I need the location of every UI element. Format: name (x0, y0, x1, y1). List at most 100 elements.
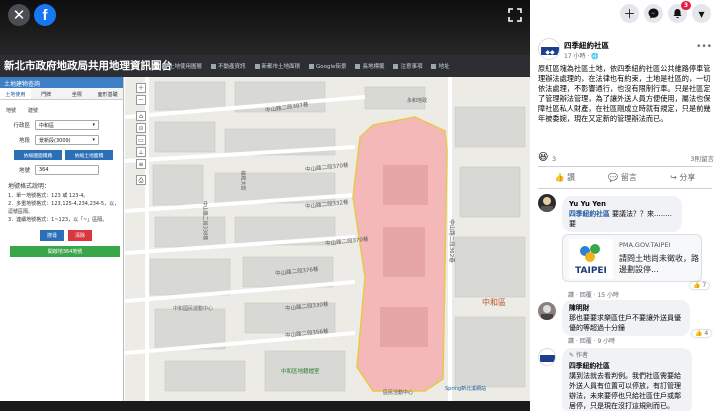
like-button[interactable]: 👍 讚 (555, 172, 576, 183)
panel-header: 土地建物查詢 (0, 77, 123, 88)
divider (538, 166, 712, 167)
page-avatar[interactable] (538, 348, 556, 366)
map-label: 中和國民運動中心 (173, 306, 214, 312)
gis-title: 新北市政府地政局共用地理資訊圖台 (4, 60, 172, 72)
gis-header: 新北市政府地政局共用地理資訊圖台 土地使用圖層 不動產資訊 新都市土地面積 Go… (0, 55, 530, 77)
commenter-avatar[interactable] (538, 302, 556, 320)
district-label: 行政區 (13, 123, 30, 129)
panel-tab: 土地使用 (0, 88, 31, 99)
notes-title: 地號格式說明： (8, 183, 51, 190)
gis-open-lot-button: 開啟地364地號 (10, 246, 120, 257)
panel-tabs: 土地使用 門牌 坐標 面形基礎 (0, 88, 123, 100)
district-value: 中和區 (39, 123, 55, 129)
comment-meta[interactable]: 讚 · 回覆 · 9 小時 (568, 336, 615, 345)
comment-text: 講到法就去看判例。我們社區需要給外送人員有位置可以停放，有訂管理辦法，未來要停也… (569, 372, 681, 410)
svg-text:◆◆: ◆◆ (545, 49, 555, 56)
lot-label: 地號 (18, 168, 30, 174)
subtab-lot: 地號 (6, 108, 17, 114)
notes-line: 1．單一地號格式：123 或 123-4。 (8, 193, 89, 199)
comment-count[interactable]: 3則留言 (690, 153, 714, 163)
viewer-bottom (0, 401, 530, 411)
gis-clear-button: 清除 (68, 230, 92, 241)
lot-value: 364 (39, 167, 49, 173)
map-label: 中山路二段338巷 (201, 200, 208, 241)
author-tag: ✎ 作者 (569, 352, 588, 359)
fullscreen-icon[interactable] (508, 8, 522, 22)
lot-format-notes: 地號格式說明： 1．單一地號格式：123 或 123-4。 2．多重地號格式：1… (8, 183, 123, 224)
post-text: 原紅區塊為社區土地，依四季紐約社區公共維路停車管理辦法處理的，在法律也有約束，土… (538, 64, 711, 123)
map-label: 中山路二段362巷 (447, 219, 454, 263)
svg-text:TAIPEI: TAIPEI (575, 266, 607, 276)
panel-tab: 面形基礎 (97, 92, 118, 98)
comment-meta[interactable]: 讚 · 回覆 · 15 小時 (568, 290, 619, 299)
gis-nav-item: 注意事項 (393, 62, 422, 70)
gis-screenshot-image: 新北市政府地政局共用地理資訊圖台 土地使用圖層 不動產資訊 新都市土地面積 Go… (0, 55, 530, 401)
comment-bubble: 陳明財 那也要要求樂區住戶不要讓外送員優優的等超過十分鐘 (562, 300, 690, 336)
map-label: 區民活動中心 (383, 390, 414, 396)
commenter-name[interactable]: 陳明財 (569, 303, 683, 313)
district-field: 行政區 中和區 ▾ (8, 120, 123, 130)
reaction-count[interactable]: 3 (552, 155, 556, 163)
share-button[interactable]: ↪ 分享 (670, 172, 695, 183)
home-icon: ⌂ (136, 111, 146, 121)
notification-badge: 3 (680, 1, 691, 10)
gis-query-panel: 土地建物查詢 土地使用 門牌 坐標 面形基礎 地號 建號 行政區 中和區 ▾ 地段… (0, 77, 124, 401)
panel-tab: 坐標 (71, 92, 82, 98)
section-field: 地段 景新段(3009) ▾ (8, 135, 123, 145)
commenter-name[interactable]: 四季紐約社區 (569, 361, 685, 371)
post-time[interactable]: 17 小時 · 🌐 (564, 51, 599, 60)
gis-nav-item: 新都市土地面積 (254, 62, 300, 70)
reaction-haha-icon[interactable]: 😆 (538, 152, 548, 163)
link-preview[interactable]: TAIPEI PMA.GOV.TAIPEI 請問土地尚未徵收，路邊劃設停... (562, 234, 702, 282)
map-label: 福和大街 (239, 170, 246, 191)
panel-tab: 門牌 (41, 92, 52, 98)
measure-icon: ▭ (136, 135, 146, 145)
gis-nav: 土地使用圖層 不動產資訊 新都市土地面積 Google街景 長地標籤 注意事項 … (162, 62, 459, 70)
layers-icon: ≡ (136, 159, 146, 169)
viewer-top-bar (0, 0, 530, 62)
link-title: 請問土地尚未徵收，路邊劃設停... (619, 254, 699, 274)
plus-icon[interactable]: ＋ (620, 4, 639, 23)
notes-line: 3．連續地號格式：1~123，以「~」區隔。 (8, 217, 108, 223)
print-icon: ⎙ (136, 175, 146, 185)
post-sidebar: ＋ 3 ▾ ◆◆ 四季紐約社區 17 小時 · 🌐 ••• 原紅區塊為社區土地，… (530, 0, 720, 411)
map-label: 中和區 (482, 298, 506, 307)
search-button-row: 搜尋 清除 (40, 230, 123, 241)
link-domain: PMA.GOV.TAIPEI (619, 241, 671, 249)
locate-icon: ⊙ (136, 123, 146, 133)
comment-like-count: 👍 4 (692, 330, 712, 337)
bell-icon[interactable]: 3 (668, 1, 691, 23)
gis-nav-item: 土地使用圖層 (162, 62, 202, 70)
page-name[interactable]: 四季紐約社區 (564, 40, 609, 51)
chevron-down-icon[interactable]: ▾ (692, 4, 711, 23)
gis-nav-item: 地址 (431, 62, 450, 70)
close-icon[interactable]: ✕ (8, 4, 30, 26)
panel-button-left: 依縮圖面積路 (14, 150, 62, 160)
panel-subtabs: 地號 建號 (0, 105, 123, 115)
comment-button[interactable]: 💬 留言 (608, 172, 637, 183)
taipei-logo-icon: TAIPEI (569, 239, 613, 279)
subtab-building: 建號 (28, 108, 39, 114)
map-label: 永和地政 (407, 98, 428, 104)
section-label: 地段 (18, 138, 30, 144)
zoom-out-icon: － (136, 95, 146, 105)
page-avatar[interactable]: ◆◆ (538, 38, 560, 60)
chevron-down-icon: ▾ (92, 122, 95, 128)
gis-map: ＋ － ⌂ ⊙ ▭ ⟂ ≡ ⎙ 中山路二段387巷 中山路二段370巷 中山路二… (125, 77, 530, 401)
comment-bubble: Yu Yu Yen 四季紐約社區 要議法？？來........要 (562, 196, 682, 232)
messenger-icon[interactable] (644, 4, 663, 23)
photo-viewer: ✕ f 新北市政府地政局共用地理資訊圖台 土地使用圖層 不動產資訊 新都市土地面… (0, 0, 530, 411)
map-label: Spring新北溪網站 (445, 386, 487, 392)
commenter-avatar[interactable] (538, 194, 556, 212)
gis-nav-item: 長地標籤 (355, 62, 384, 70)
lot-field: 地號 364 (8, 165, 123, 175)
gis-nav-item: 不動產資訊 (211, 62, 246, 70)
panel-button-right: 依縮土地面積 (65, 150, 113, 160)
facebook-logo-icon[interactable]: f (34, 4, 56, 26)
comment-like-count: 👍 7 (690, 282, 710, 289)
mention-link[interactable]: 四季紐約社區 (569, 210, 610, 218)
more-options-icon[interactable]: ••• (696, 42, 712, 52)
post-actions: 👍 讚 💬 留言 ↪ 分享 (538, 172, 712, 183)
commenter-name[interactable]: Yu Yu Yen (569, 199, 675, 209)
comment-text: 那也要要求樂區住戶不要讓外送員優優的等超過十分鐘 (569, 314, 681, 332)
